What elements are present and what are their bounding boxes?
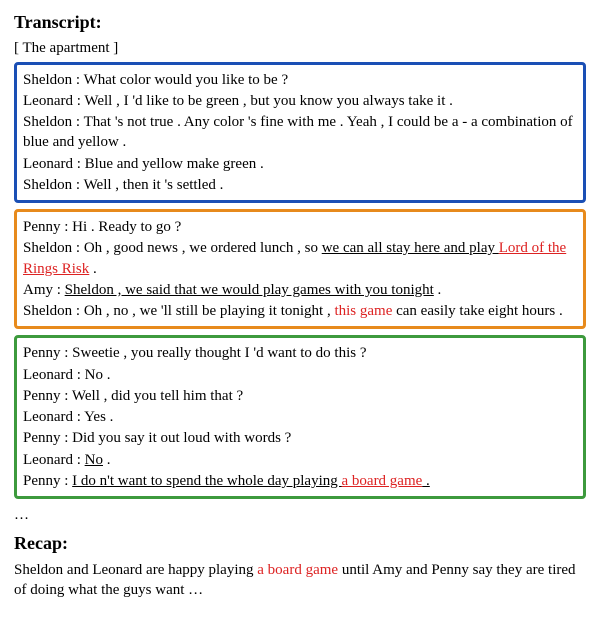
dialog-line: Leonard : No .	[23, 365, 577, 385]
dialog-line: Amy : Sheldon , we said that we would pl…	[23, 280, 577, 300]
recap-text: Sheldon and Leonard are happy playing	[14, 562, 257, 578]
dialog-line: Penny : Did you say it out loud with wor…	[23, 428, 577, 448]
dialog-line: Sheldon : Oh , good news , we ordered lu…	[23, 238, 577, 279]
dialog-text: Yes .	[84, 409, 113, 425]
dialog-line: Leonard : Blue and yellow make green .	[23, 154, 577, 174]
speaker-label: Penny :	[23, 219, 72, 235]
dialog-text: Oh , no , we 'll still be playing it ton…	[84, 303, 335, 319]
speaker-label: Leonard :	[23, 93, 84, 109]
dialog-text: Well , did you tell him that ?	[72, 388, 243, 404]
dialog-text: Blue and yellow make green .	[85, 156, 264, 172]
dialog-text: Did you say it out loud with words ?	[72, 430, 291, 446]
dialog-line: Sheldon : Well , then it 's settled .	[23, 175, 577, 195]
dialog-text: Oh , good news , we ordered lunch , so	[84, 240, 322, 256]
speaker-label: Leonard :	[23, 156, 85, 172]
key-phrase: a board game	[342, 473, 423, 489]
speaker-label: Sheldon :	[23, 240, 84, 256]
recap-body: Sheldon and Leonard are happy playing a …	[14, 560, 586, 601]
dialog-text: What color would you like to be ?	[84, 72, 289, 88]
segment-1: Sheldon : What color would you like to b…	[14, 62, 586, 204]
speaker-label: Penny :	[23, 473, 72, 489]
speaker-label: Leonard :	[23, 409, 84, 425]
dialog-text: can easily take eight hours .	[392, 303, 562, 319]
dialog-line: Sheldon : That 's not true . Any color '…	[23, 112, 577, 153]
dialog-line: Penny : Sweetie , you really thought I '…	[23, 343, 577, 363]
dialog-line: Penny : I do n't want to spend the whole…	[23, 471, 577, 491]
speaker-label: Penny :	[23, 430, 72, 446]
speaker-label: Leonard :	[23, 452, 85, 468]
dialog-text: Well , I 'd like to be green , but you k…	[84, 93, 453, 109]
speaker-label: Leonard :	[23, 367, 85, 383]
highlighted-span: .	[422, 473, 430, 489]
dialog-line: Penny : Hi . Ready to go ?	[23, 217, 577, 237]
speaker-label: Sheldon :	[23, 177, 84, 193]
transcript-heading: Transcript:	[14, 10, 586, 34]
dialog-text: Hi . Ready to go ?	[72, 219, 181, 235]
highlighted-span: Sheldon , we said that we would play gam…	[65, 282, 434, 298]
dialog-text: Sweetie , you really thought I 'd want t…	[72, 345, 366, 361]
recap-heading: Recap:	[14, 531, 586, 555]
dialog-line: Sheldon : What color would you like to b…	[23, 70, 577, 90]
segment-3: Penny : Sweetie , you really thought I '…	[14, 335, 586, 499]
speaker-label: Penny :	[23, 388, 72, 404]
speaker-label: Sheldon :	[23, 114, 84, 130]
speaker-label: Sheldon :	[23, 303, 84, 319]
dialog-line: Leonard : No .	[23, 450, 577, 470]
highlighted-span: I do n't want to spend the whole day pla…	[72, 473, 341, 489]
dialog-text: No .	[85, 367, 111, 383]
dialog-text: .	[434, 282, 442, 298]
dialog-line: Leonard : Well , I 'd like to be green ,…	[23, 91, 577, 111]
dialog-text: That 's not true . Any color 's fine wit…	[23, 114, 573, 150]
segment-2: Penny : Hi . Ready to go ? Sheldon : Oh …	[14, 209, 586, 329]
highlighted-span: we can all stay here and play	[322, 240, 499, 256]
speaker-label: Amy :	[23, 282, 65, 298]
dialog-text: Well , then it 's settled .	[84, 177, 224, 193]
highlighted-span: No	[85, 452, 103, 468]
key-phrase: this game	[334, 303, 392, 319]
speaker-label: Penny :	[23, 345, 72, 361]
speaker-label: Sheldon :	[23, 72, 84, 88]
key-phrase: a board game	[257, 562, 338, 578]
dialog-text: .	[89, 261, 97, 277]
dialog-text: .	[103, 452, 111, 468]
dialog-line: Penny : Well , did you tell him that ?	[23, 386, 577, 406]
ellipsis: …	[14, 505, 586, 525]
scene-label: [ The apartment ]	[14, 38, 586, 58]
dialog-line: Leonard : Yes .	[23, 407, 577, 427]
dialog-line: Sheldon : Oh , no , we 'll still be play…	[23, 301, 577, 321]
